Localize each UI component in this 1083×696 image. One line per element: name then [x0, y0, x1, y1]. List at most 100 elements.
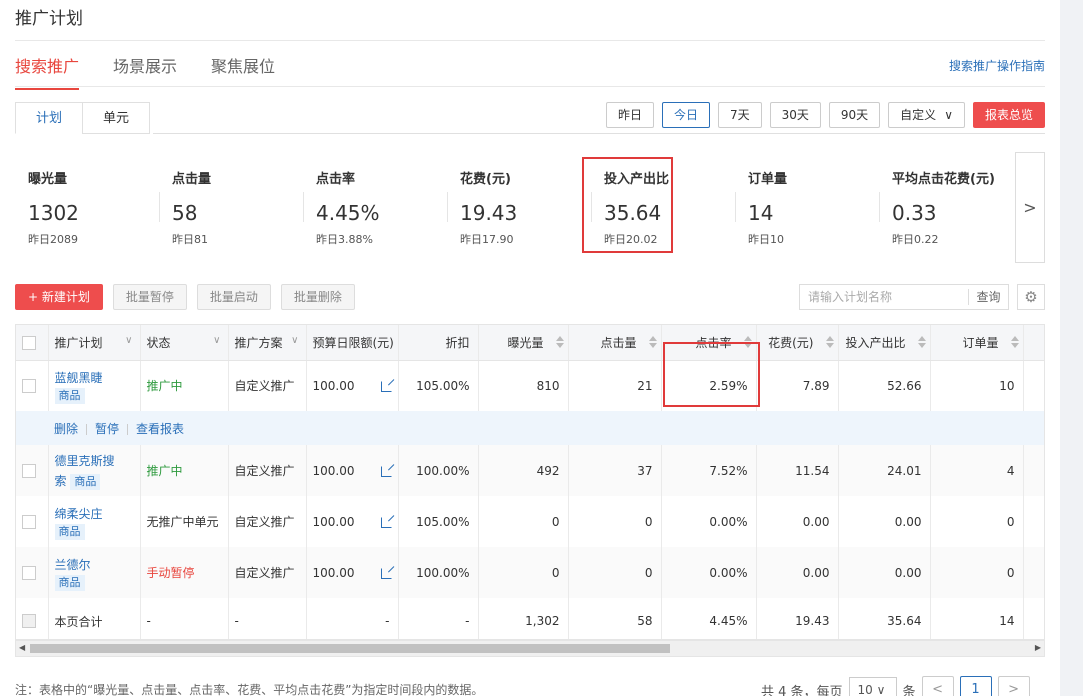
- header-overflow: [1023, 325, 1044, 361]
- tab-scene-display[interactable]: 场景展示: [113, 53, 177, 90]
- overflow-cell: [1023, 598, 1044, 639]
- edit-icon[interactable]: [380, 567, 392, 579]
- impressions-cell: 492: [478, 445, 569, 496]
- overflow-cell: [1023, 360, 1044, 411]
- scroll-right-icon[interactable]: ▶: [1035, 643, 1041, 652]
- plan-name-cell: 德里克斯搜索 商品: [48, 445, 141, 496]
- header-label: 推广计划: [54, 335, 103, 350]
- header-scheme[interactable]: 推广方案 ∨: [228, 325, 307, 361]
- horizontal-scrollbar[interactable]: ◀ ▶: [15, 640, 1045, 657]
- scrollbar-thumb[interactable]: [30, 644, 670, 653]
- orders-cell: 10: [930, 360, 1024, 411]
- table-total-row: 本页合计 - - - - 1,302 58 4.45% 19.43 35.64 …: [16, 598, 1044, 639]
- new-plan-button[interactable]: + 新建计划: [15, 284, 103, 310]
- scheme-cell: 自定义推广: [228, 547, 307, 598]
- page-number-button[interactable]: 1: [959, 676, 992, 696]
- table-row: 兰德尔 商品 手动暂停 自定义推广 100.00 100.00% 0 0 0.00…: [16, 547, 1044, 598]
- metric-value: 14: [748, 201, 774, 225]
- type-tag: 商品: [54, 387, 85, 404]
- row-checkbox-cell: [16, 496, 49, 547]
- date-90days-button[interactable]: 90天: [828, 102, 881, 128]
- edit-icon[interactable]: [380, 516, 392, 528]
- batch-delete-button[interactable]: 批量删除: [280, 284, 355, 310]
- next-page-button[interactable]: >: [997, 676, 1030, 696]
- metric-previous: 昨日3.88%: [316, 233, 373, 246]
- batch-start-button[interactable]: 批量启动: [196, 284, 271, 310]
- tab-search-promotion[interactable]: 搜索推广: [15, 53, 80, 90]
- date-yesterday-button[interactable]: 昨日: [605, 102, 654, 128]
- metric-value: 0.33: [892, 201, 937, 225]
- tab-plan[interactable]: 计划: [15, 102, 84, 134]
- plan-name-link[interactable]: 德里克斯搜索 商品: [55, 451, 125, 491]
- overflow-cell: [1023, 496, 1044, 547]
- guide-link[interactable]: 搜索推广操作指南: [949, 57, 1045, 74]
- batch-pause-button[interactable]: 批量暂停: [112, 284, 187, 310]
- header-clicks[interactable]: 点击量: [568, 325, 662, 361]
- report-overview-button[interactable]: 报表总览: [972, 102, 1045, 128]
- tab-focus-booth[interactable]: 聚焦展位: [211, 53, 275, 90]
- metric-previous: 昨日17.90: [460, 233, 514, 246]
- header-label: 投入产出比: [845, 335, 906, 350]
- delete-link[interactable]: 删除: [54, 422, 78, 436]
- filter-icon[interactable]: ∨: [291, 335, 298, 346]
- plan-name-link[interactable]: 绵柔尖庄: [55, 504, 134, 524]
- select-all-checkbox[interactable]: [22, 335, 36, 350]
- type-tag: 商品: [54, 523, 85, 540]
- overflow-cell: [1023, 547, 1044, 598]
- plan-name-cell: 兰德尔 商品: [48, 547, 141, 598]
- header-impressions[interactable]: 曝光量: [478, 325, 569, 361]
- chevron-right-icon[interactable]: >: [1015, 152, 1045, 263]
- row-checkbox-cell: [16, 547, 49, 598]
- overflow-cell: [1023, 445, 1044, 496]
- metric-previous: 昨日2089: [28, 233, 78, 246]
- header-status[interactable]: 状态 ∨: [140, 325, 229, 361]
- view-report-link[interactable]: 查看报表: [136, 422, 184, 436]
- plan-name-link[interactable]: 兰德尔: [55, 555, 134, 575]
- filter-icon[interactable]: ∨: [125, 335, 132, 346]
- budget-value: 100.00: [312, 463, 355, 478]
- row-checkbox[interactable]: [22, 565, 36, 580]
- divider: [153, 133, 1045, 134]
- date-30days-button[interactable]: 30天: [769, 102, 821, 128]
- search-input[interactable]: [800, 285, 968, 309]
- table-row: 绵柔尖庄 商品 无推广中单元 自定义推广 100.00 105.00% 0 0 0…: [16, 496, 1044, 547]
- scheme-cell: 自定义推广: [228, 496, 307, 547]
- gear-icon[interactable]: ⚙: [1017, 284, 1045, 310]
- budget-cell: 100.00: [306, 360, 399, 411]
- edit-icon[interactable]: [380, 465, 392, 477]
- ctr-cell: 7.52%: [661, 445, 757, 496]
- edit-icon[interactable]: [380, 380, 392, 392]
- scroll-left-icon[interactable]: ◀: [19, 643, 25, 652]
- header-label: 推广方案: [234, 335, 283, 350]
- date-today-button[interactable]: 今日: [661, 102, 710, 128]
- roi-cell: 0.00: [838, 496, 931, 547]
- prev-page-button[interactable]: <: [921, 676, 954, 696]
- scheme-cell: -: [228, 598, 307, 639]
- total-label-cell: 本页合计: [48, 598, 141, 639]
- header-orders[interactable]: 订单量: [930, 325, 1024, 361]
- page-size-select[interactable]: 10 ∨: [848, 677, 897, 696]
- header-label: 曝光量: [507, 335, 544, 350]
- header-roi[interactable]: 投入产出比: [838, 325, 931, 361]
- cost-cell: 7.89: [756, 360, 839, 411]
- pause-link[interactable]: 暂停: [95, 422, 119, 436]
- custom-date-dropdown[interactable]: 自定义 ∨: [888, 102, 965, 128]
- filter-icon[interactable]: ∨: [213, 335, 220, 346]
- table-header-row: 推广计划 ∨ 状态 ∨ 推广方案 ∨ 预算日限额(元) 折扣 曝光量 点击量 点击率 …: [16, 325, 1044, 361]
- row-checkbox[interactable]: [22, 463, 36, 478]
- plan-name-link[interactable]: 蓝舰黑睫: [55, 368, 134, 388]
- header-plan[interactable]: 推广计划 ∨: [48, 325, 141, 361]
- divider: [127, 423, 129, 435]
- orders-cell: 0: [930, 496, 1024, 547]
- header-label: 折扣: [445, 335, 470, 350]
- row-checkbox-cell: [16, 360, 49, 411]
- row-checkbox[interactable]: [22, 514, 36, 529]
- action-bar: + 新建计划 批量暂停 批量启动 批量删除: [15, 284, 355, 310]
- row-checkbox[interactable]: [22, 379, 36, 393]
- search-button[interactable]: 查询: [968, 289, 1008, 305]
- table-note: 注：表格中的“曝光量、点击量、点击率、花费、平均点击花费”为指定时间段内的数据。: [15, 683, 484, 696]
- pagination: 共 4 条，每页 10 ∨ 条 < 1 >: [761, 676, 1030, 696]
- header-cost[interactable]: 花费(元): [756, 325, 839, 361]
- tab-unit[interactable]: 单元: [82, 102, 151, 134]
- date-7days-button[interactable]: 7天: [717, 102, 762, 128]
